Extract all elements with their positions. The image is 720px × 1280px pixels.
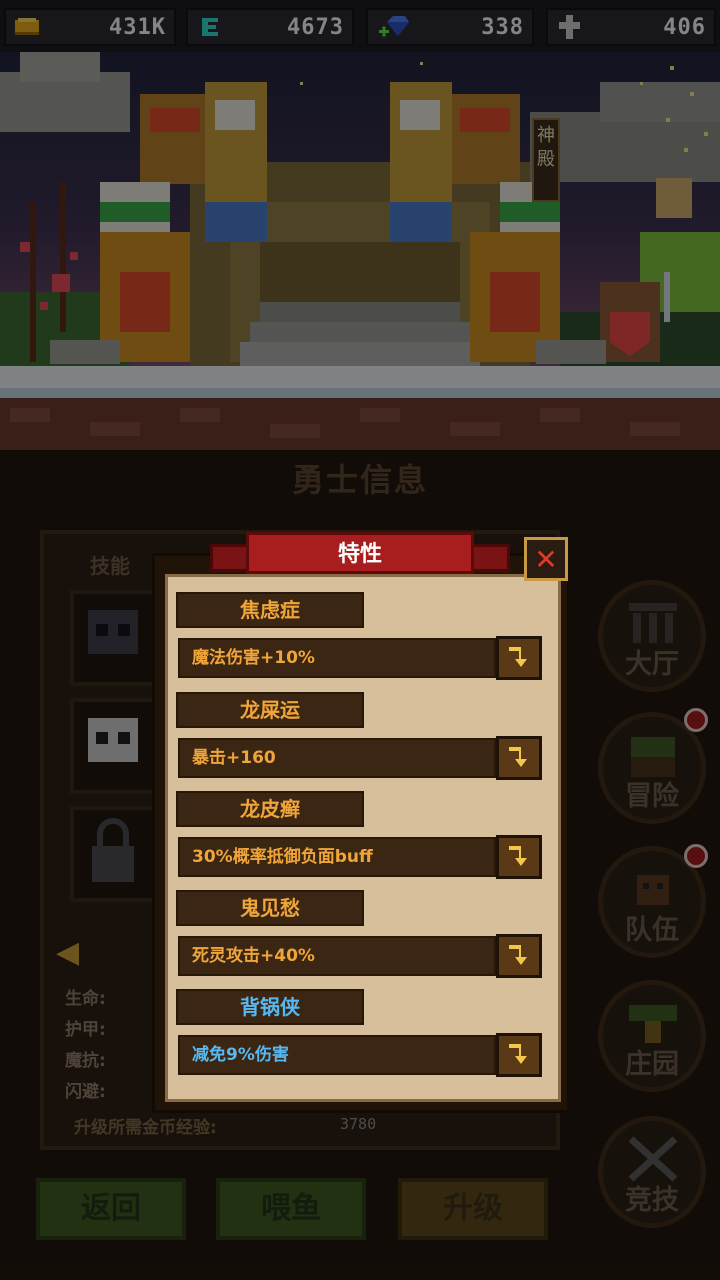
close-icon: ✕	[534, 543, 558, 576]
trait-reroll-button-2[interactable]	[496, 736, 542, 780]
trait-name-5: 背锅侠	[176, 989, 364, 1025]
trait-reroll-button-1[interactable]	[496, 636, 542, 680]
trait-name-4: 鬼见愁	[176, 890, 364, 926]
trait-name-1: 焦虑症	[176, 592, 364, 628]
trait-reroll-button-5[interactable]	[496, 1033, 542, 1077]
trait-effect-4: 死灵攻击+40%	[178, 936, 496, 976]
trait-effect-2: 暴击+160	[178, 738, 496, 778]
refresh-icon	[509, 846, 527, 866]
trait-effect-3: 30%概率抵御负面buff	[178, 837, 496, 877]
refresh-icon	[509, 1044, 527, 1064]
trait-name-2: 龙屎运	[176, 692, 364, 728]
trait-reroll-button-4[interactable]	[496, 934, 542, 978]
trait-reroll-button-3[interactable]	[496, 835, 542, 879]
close-button[interactable]: ✕	[524, 537, 568, 581]
refresh-icon	[509, 747, 527, 767]
refresh-icon	[509, 945, 527, 965]
trait-name-3: 龙皮癣	[176, 791, 364, 827]
trait-effect-1: 魔法伤害+10%	[178, 638, 496, 678]
traits-dialog-ribbon: 特性	[210, 530, 510, 576]
trait-effect-5: 减免9%伤害	[178, 1035, 496, 1075]
traits-dialog-title: 特性	[337, 542, 382, 567]
refresh-icon	[509, 647, 527, 667]
